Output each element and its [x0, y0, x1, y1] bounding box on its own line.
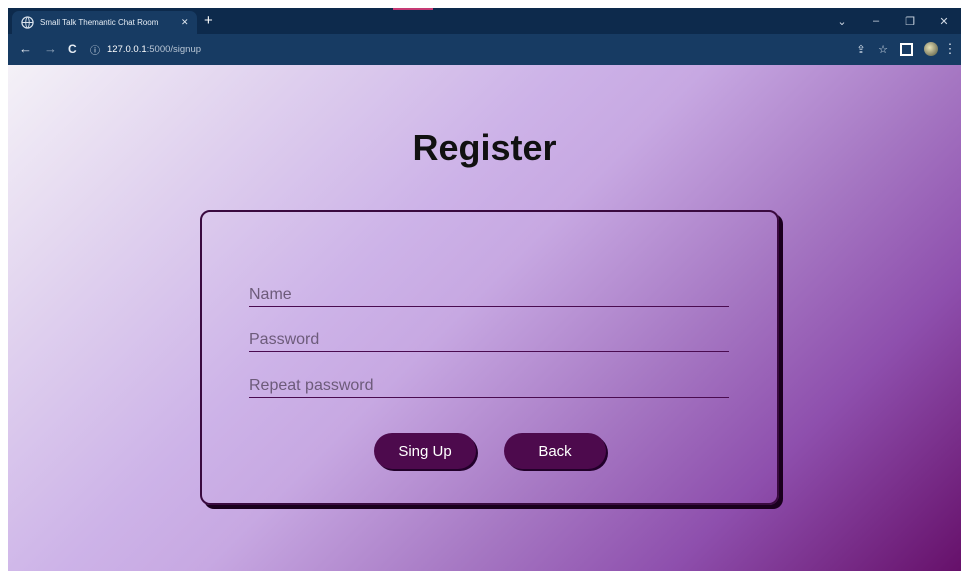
url-host: 127.0.0.1	[107, 43, 147, 55]
menu-dots-icon[interactable]: ⋮	[943, 41, 957, 57]
window-controls: ⌄ – ❐ ✕	[825, 8, 961, 34]
tab-accent	[393, 8, 433, 10]
repeat-password-input[interactable]	[249, 375, 729, 398]
browser-toolbar: ← → C ⓘ 127.0.0.1:5000/signup ⇪ ☆ ⋮	[8, 34, 961, 65]
signup-button[interactable]: Sing Up	[374, 433, 476, 469]
reload-icon[interactable]: C	[68, 40, 77, 58]
globe-icon	[21, 16, 34, 29]
close-window-button[interactable]: ✕	[927, 8, 961, 34]
bookmark-star-icon[interactable]: ☆	[872, 43, 894, 56]
address-bar[interactable]: ⓘ 127.0.0.1:5000/signup	[90, 38, 830, 60]
site-info-icon[interactable]: ⓘ	[90, 42, 100, 57]
tab-title: Small Talk Themantic Chat Room	[40, 18, 159, 27]
browser-window: Small Talk Themantic Chat Room ✕ + ⌄ – ❐…	[8, 8, 961, 571]
page-content: Register Sing Up Back	[8, 65, 961, 571]
tab-bar: Small Talk Themantic Chat Room ✕ + ⌄ – ❐…	[8, 8, 961, 34]
password-input[interactable]	[249, 329, 729, 352]
page-title: Register	[412, 127, 557, 168]
restore-button[interactable]: ❐	[893, 8, 927, 34]
forward-arrow-icon[interactable]: →	[44, 40, 57, 58]
profile-avatar[interactable]	[924, 42, 938, 56]
name-input[interactable]	[249, 284, 729, 307]
share-icon[interactable]: ⇪	[850, 43, 872, 56]
back-button[interactable]: Back	[504, 433, 606, 469]
tab-search-icon[interactable]: ⌄	[825, 8, 859, 34]
minimize-button[interactable]: –	[859, 8, 893, 34]
new-tab-button[interactable]: +	[204, 11, 213, 31]
tab-close-icon[interactable]: ✕	[181, 17, 189, 28]
toolbar-icons: ⇪ ☆ ⋮	[850, 39, 957, 59]
side-panel-icon[interactable]	[900, 42, 913, 56]
register-form: Sing Up Back	[200, 210, 779, 505]
browser-tab[interactable]: Small Talk Themantic Chat Room ✕	[12, 11, 197, 34]
url-path: :5000/signup	[146, 43, 202, 55]
back-arrow-icon[interactable]: ←	[19, 40, 32, 58]
